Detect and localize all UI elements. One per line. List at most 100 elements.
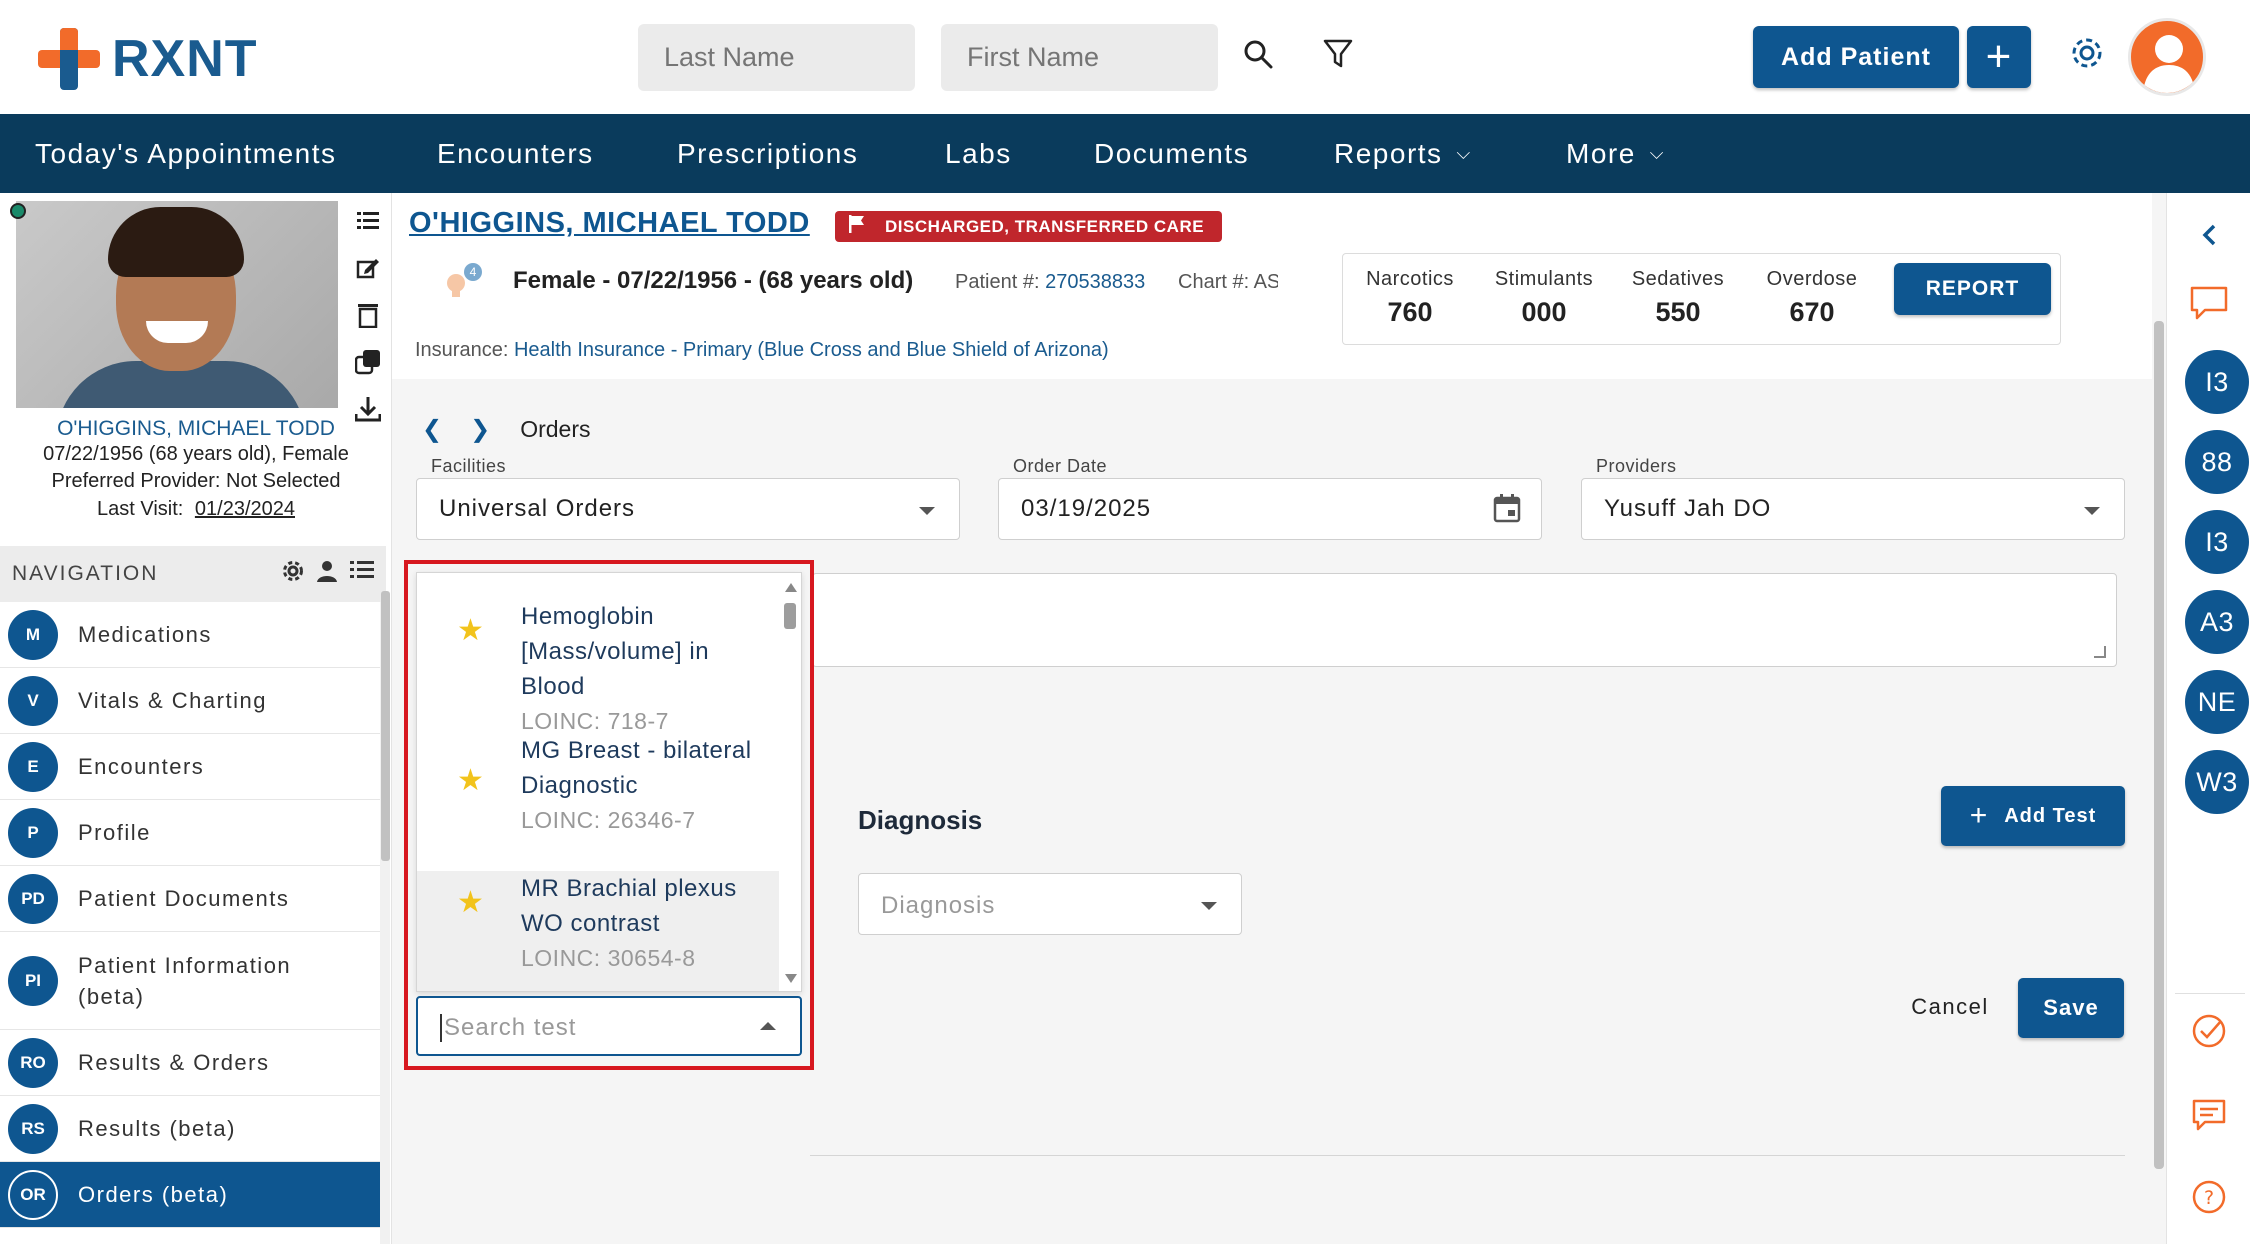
favorite-star-icon[interactable]: ★ xyxy=(457,613,484,648)
patient-number-link[interactable]: 270538833 xyxy=(1045,271,1145,293)
list-icon[interactable] xyxy=(354,207,382,235)
first-name-search-input[interactable] xyxy=(941,24,1218,91)
add-patient-button[interactable]: Add Patient xyxy=(1753,26,1959,88)
pdmp-report-button[interactable]: REPORT xyxy=(1894,263,2051,315)
user-bubble[interactable]: 88 xyxy=(2185,430,2249,494)
navigation-heading: NAVIGATION xyxy=(0,546,386,602)
list-icon[interactable] xyxy=(350,560,374,588)
patient-sidebar: O'HIGGINS, MICHAEL TODD 07/22/1956 (68 y… xyxy=(0,193,392,1244)
sidebar-item-results-orders[interactable]: RO Results & Orders xyxy=(0,1030,380,1096)
patient-demographics: Female - 07/22/1956 - (68 years old) xyxy=(513,267,914,294)
test-option[interactable]: ★ MG Breast - bilateral Diagnostic LOINC… xyxy=(417,733,779,857)
cancel-button[interactable]: Cancel xyxy=(1885,982,2015,1032)
diagnosis-select[interactable]: Diagnosis xyxy=(858,873,1242,935)
sidebar-item-orders-beta[interactable]: OR Orders (beta) xyxy=(0,1162,380,1228)
insurance-link[interactable]: Health Insurance - Primary (Blue Cross a… xyxy=(514,339,1109,361)
orders-breadcrumb-title: Orders xyxy=(520,416,591,442)
top-header: RXNT Add Patient + xyxy=(0,0,2250,114)
sidebar-item-vitals-charting[interactable]: V Vitals & Charting xyxy=(0,668,380,734)
add-patient-plus-button[interactable]: + xyxy=(1967,26,2031,88)
test-option[interactable]: ★ Hemoglobin [Mass/volume] in Blood LOIN… xyxy=(417,573,779,734)
nav-documents[interactable]: Documents xyxy=(1094,114,1249,193)
nav-badge: RO xyxy=(8,1037,58,1088)
scroll-up-arrow-icon[interactable] xyxy=(785,583,797,592)
main-scrollbar-thumb[interactable] xyxy=(2154,321,2164,1169)
sidebar-item-medications[interactable]: M Medications xyxy=(0,602,380,668)
order-notes-textarea[interactable] xyxy=(812,573,2117,667)
patient-name-link[interactable]: O'HIGGINS, MICHAEL TODD xyxy=(409,207,810,240)
sidebar-item-encounters[interactable]: E Encounters xyxy=(0,734,380,800)
gear-icon[interactable] xyxy=(282,560,304,588)
dropdown-scrollbar[interactable] xyxy=(779,573,801,991)
user-bubble[interactable]: I3 xyxy=(2185,350,2249,414)
scroll-down-arrow-icon[interactable] xyxy=(785,974,797,983)
favorite-star-icon[interactable]: ★ xyxy=(457,763,484,798)
test-option[interactable]: ★ MR Brachial plexus WO contrast LOINC: … xyxy=(417,871,779,991)
nav-badge: PI xyxy=(8,955,58,1006)
favorite-star-icon[interactable]: ★ xyxy=(457,885,484,920)
resize-handle-icon[interactable] xyxy=(2094,646,2106,658)
message-icon[interactable] xyxy=(2167,1095,2250,1135)
collapse-chevron-left-icon[interactable] xyxy=(2167,217,2250,253)
user-bubble[interactable]: I3 xyxy=(2185,510,2249,574)
filter-icon[interactable] xyxy=(1320,36,1356,72)
back-chevron-icon[interactable]: ❮ xyxy=(422,415,442,444)
edit-icon[interactable] xyxy=(354,254,382,282)
nav-prescriptions[interactable]: Prescriptions xyxy=(677,114,858,193)
user-bubble[interactable]: W3 xyxy=(2185,750,2249,814)
rail-divider xyxy=(2175,993,2245,994)
test-search-dropdown[interactable]: ★ Hemoglobin [Mass/volume] in Blood LOIN… xyxy=(416,572,802,992)
facilities-select[interactable]: Facilities Universal Orders xyxy=(416,456,960,540)
user-avatar[interactable] xyxy=(2128,18,2206,96)
order-date-field[interactable]: Order Date 03/19/2025 xyxy=(998,456,1542,540)
main-scrollbar[interactable] xyxy=(2152,193,2166,1244)
nav-more[interactable]: More ⌵ xyxy=(1566,114,1665,193)
chart-number: Chart #: ASDFGHJ xyxy=(1178,271,1278,293)
sidebar-patient-dob: 07/22/1956 (68 years old), Female xyxy=(43,443,349,465)
alert-lightbulb-icon[interactable]: 4 xyxy=(442,263,482,303)
sidebar-item-profile[interactable]: P Profile xyxy=(0,800,380,866)
task-check-icon[interactable] xyxy=(2167,1011,2250,1051)
nav-todays-appointments[interactable]: Today's Appointments xyxy=(35,114,337,193)
search-icon[interactable] xyxy=(1240,36,1276,72)
copy-icon[interactable] xyxy=(354,348,382,376)
user-bubble[interactable]: A3 xyxy=(2185,590,2249,654)
nav-reports[interactable]: Reports ⌵ xyxy=(1334,114,1472,193)
dropdown-caret-up-icon[interactable] xyxy=(760,1022,776,1030)
search-test-input[interactable]: Search test xyxy=(416,996,802,1056)
user-bubble[interactable]: NE xyxy=(2185,670,2249,734)
nav-labs[interactable]: Labs xyxy=(945,114,1012,193)
dropdown-scroll-thumb[interactable] xyxy=(784,603,796,629)
calendar-icon[interactable] xyxy=(1493,493,1521,528)
sidebar-item-results-beta[interactable]: RS Results (beta) xyxy=(0,1096,380,1162)
rxnt-logo[interactable]: RXNT xyxy=(38,28,268,90)
pdmp-narcotics: Narcotics 760 xyxy=(1366,268,1454,327)
sidebar-patient-name[interactable]: O'HIGGINS, MICHAEL TODD xyxy=(0,417,392,441)
nav-badge: V xyxy=(8,675,58,726)
sidebar-item-patient-documents[interactable]: PD Patient Documents xyxy=(0,866,380,932)
sidebar-preferred-provider: Preferred Provider: Not Selected xyxy=(51,470,341,492)
save-button[interactable]: Save xyxy=(2018,978,2124,1038)
help-question-icon[interactable]: ? xyxy=(2167,1177,2250,1217)
online-status-dot xyxy=(10,203,26,219)
status-badge: DISCHARGED, TRANSFERRED CARE xyxy=(835,211,1223,242)
sidebar-item-patient-information[interactable]: PI Patient Information (beta) xyxy=(0,932,380,1030)
patient-photo-tools xyxy=(354,207,382,442)
last-name-search-input[interactable] xyxy=(638,24,915,91)
nav-badge: P xyxy=(8,807,58,858)
sidebar-scrollbar-thumb[interactable] xyxy=(381,591,390,861)
providers-select[interactable]: Providers Yusuff Jah DO xyxy=(1581,456,2125,540)
person-icon[interactable] xyxy=(316,560,338,588)
nav-encounters[interactable]: Encounters xyxy=(437,114,594,193)
add-test-button[interactable]: + Add Test xyxy=(1941,786,2125,846)
nav-badge: RS xyxy=(8,1103,58,1154)
chat-bubble-icon[interactable] xyxy=(2167,281,2250,325)
delete-trash-icon[interactable] xyxy=(354,301,382,329)
sidebar-last-visit: Last Visit: 01/23/2024 xyxy=(96,498,295,520)
settings-gear-icon[interactable] xyxy=(2068,34,2106,72)
flag-icon xyxy=(849,215,865,238)
nav-badge: M xyxy=(8,609,58,660)
last-visit-date-link[interactable]: 01/23/2024 xyxy=(195,498,295,520)
nav-badge: OR xyxy=(8,1169,58,1220)
forward-chevron-icon[interactable]: ❯ xyxy=(470,415,490,444)
